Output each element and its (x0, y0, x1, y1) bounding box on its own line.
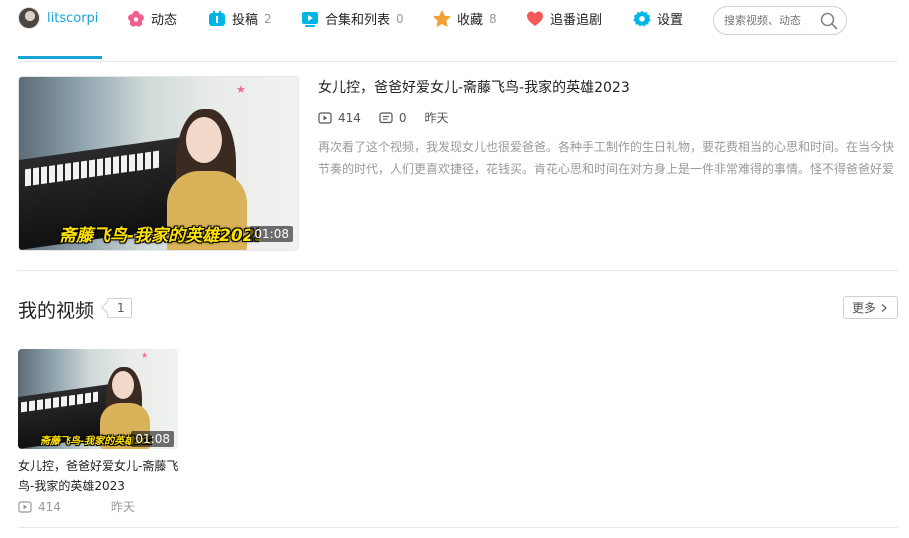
comment-count: 0 (379, 111, 407, 125)
gear-icon (633, 10, 651, 28)
featured-video-description: 再次看了这个视频，我发现女儿也很爱爸爸。各种手工制作的生日礼物，要花费相当的心思… (318, 140, 895, 176)
user-profile[interactable]: litscorpi (18, 7, 98, 29)
search-input[interactable] (724, 14, 816, 27)
top-nav: litscorpi 动态 投稿 2 合集和列表 0 收藏 8 追番追剧 设置 搜… (0, 0, 909, 40)
avatar[interactable] (18, 7, 40, 29)
featured-video-thumbnail[interactable]: ★ 斋藤飞鸟-我家的英雄2023 01:08 (18, 76, 299, 251)
nav-count: 0 (396, 11, 404, 26)
girl-face-shape (112, 371, 134, 399)
playlist-icon (301, 10, 319, 28)
section-title: 我的视频 (18, 300, 95, 322)
featured-video-meta: 414 0 昨天 (318, 109, 467, 126)
play-count-value: 414 (338, 110, 361, 125)
nav-label: 设置 (657, 13, 684, 28)
flower-icon (127, 10, 145, 28)
video-card-thumbnail[interactable]: ★ 斋藤飞鸟-我家的英雄2023 01:08 (18, 349, 178, 449)
star-icon (433, 10, 451, 28)
divider (18, 61, 898, 62)
search-box[interactable] (713, 6, 847, 35)
nav-count: 8 (489, 11, 497, 26)
heart-icon (526, 10, 544, 28)
play-count: 414 (318, 111, 361, 125)
star-icon: ★ (236, 83, 246, 96)
video-card-meta: 414 昨天 (18, 498, 135, 515)
tv-icon (208, 10, 226, 28)
video-card-title[interactable]: 女儿控，爸爸好爱女儿-斋藤飞鸟-我家的英雄2023 (18, 456, 180, 496)
more-button-label: 更多 (851, 301, 876, 315)
nav-item-dynamic[interactable]: 动态 (127, 9, 177, 28)
play-icon (18, 500, 32, 513)
thumbnail-caption: 斋藤飞鸟-我家的英雄2023 (59, 226, 259, 246)
featured-video-title[interactable]: 女儿控，爸爸好爱女儿-斋藤飞鸟-我家的英雄2023 (318, 77, 630, 97)
video-duration: 01:08 (131, 431, 174, 447)
play-icon (318, 111, 332, 124)
nav-label: 投稿 (232, 13, 259, 28)
chevron-right-icon (881, 303, 887, 312)
divider (18, 270, 898, 271)
nav-item-settings[interactable]: 设置 (633, 9, 683, 28)
publish-date: 昨天 (110, 500, 135, 514)
username[interactable]: litscorpi (47, 11, 98, 26)
active-tab-indicator (18, 56, 102, 59)
video-duration: 01:08 (250, 226, 293, 242)
more-button[interactable]: 更多 (843, 296, 898, 319)
section-count-badge: 1 (107, 298, 132, 318)
divider (18, 527, 898, 528)
play-count: 414 (18, 500, 61, 514)
girl-face-shape (186, 117, 222, 163)
play-count-value: 414 (38, 499, 61, 514)
nav-item-collections[interactable]: 合集和列表 0 (301, 9, 404, 28)
nav-label: 收藏 (457, 13, 484, 28)
nav-item-favorites[interactable]: 收藏 8 (433, 9, 497, 28)
nav-item-uploads[interactable]: 投稿 2 (208, 9, 272, 28)
nav-label: 合集和列表 (325, 13, 391, 28)
nav-label: 动态 (151, 13, 178, 28)
search-icon[interactable] (820, 12, 838, 34)
comment-icon (379, 111, 393, 123)
nav-label: 追番追剧 (550, 13, 603, 28)
star-icon: ★ (141, 351, 149, 360)
comment-count-value: 0 (398, 110, 407, 125)
nav-item-bangumi[interactable]: 追番追剧 (526, 9, 602, 28)
publish-date: 昨天 (424, 111, 449, 125)
nav-count: 2 (264, 11, 272, 26)
